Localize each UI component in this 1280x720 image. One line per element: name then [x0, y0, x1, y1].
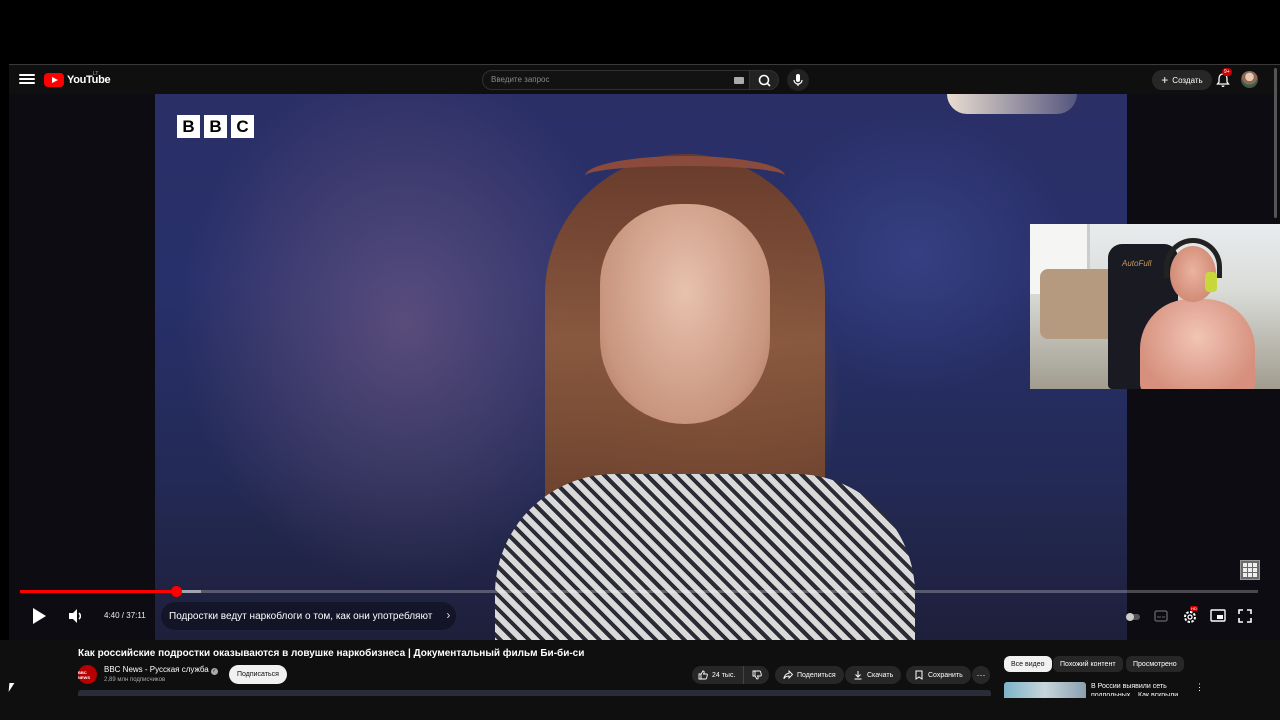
download-button[interactable]: Скачать [845, 666, 902, 684]
chevron-right-icon: › [446, 608, 451, 622]
page-scrollbar[interactable] [1273, 68, 1278, 698]
miniplayer-button[interactable] [1210, 609, 1226, 622]
save-button[interactable]: Сохранить [906, 666, 971, 684]
share-label: Поделиться [797, 671, 836, 679]
plus-icon: + [1161, 73, 1169, 87]
search-icon [758, 74, 771, 87]
webcam-overlay: AutoFull [1030, 224, 1280, 389]
save-label: Сохранить [928, 671, 963, 679]
headset-earcup [1205, 272, 1217, 292]
subscriber-count: 2,89 млн подписчиков [104, 677, 166, 683]
channel-name[interactable]: BBC News - Русская служба ✓ [104, 665, 218, 675]
search-input[interactable] [491, 75, 721, 84]
description-box[interactable] [78, 690, 991, 696]
fullscreen-button[interactable] [1238, 609, 1252, 623]
video-title: Как российские подростки оказываются в л… [78, 648, 585, 659]
thumbs-up-icon [698, 670, 708, 680]
create-label: Создать [1172, 75, 1203, 85]
channel-watermark[interactable] [1240, 560, 1260, 580]
volume-icon [69, 609, 82, 623]
dislike-button[interactable] [745, 666, 769, 684]
ceiling-light [947, 94, 1077, 114]
youtube-logo[interactable]: YouTube [44, 72, 111, 88]
download-icon [854, 671, 862, 680]
time-display: 4:40 / 37:11 [104, 611, 146, 620]
subtitles-button[interactable] [1154, 609, 1168, 622]
progress-bar[interactable] [20, 586, 1258, 597]
share-icon [783, 670, 793, 680]
like-count: 24 тыс. [712, 671, 736, 679]
channel-avatar[interactable]: BBC NEWS [78, 665, 97, 684]
create-button[interactable]: + Создать [1152, 70, 1212, 90]
bbc-logo-letter: B [177, 115, 200, 138]
volume-button[interactable] [67, 608, 85, 624]
chair-brand-text: AutoFull [1122, 259, 1152, 268]
play-button[interactable] [31, 607, 47, 625]
play-icon [33, 608, 46, 624]
chip-related[interactable]: Похожий контент [1053, 656, 1123, 672]
thumbs-down-icon [752, 670, 762, 680]
notifications-badge: 9+ [1222, 68, 1232, 76]
mouse-cursor-icon [8, 683, 15, 692]
share-button[interactable]: Поделиться [775, 666, 844, 684]
chip-all-videos[interactable]: Все видео [1004, 656, 1052, 672]
subtitles-icon [1154, 610, 1168, 622]
scrollbar-thumb[interactable] [1274, 68, 1277, 218]
toggle-icon [1126, 613, 1140, 621]
account-avatar[interactable] [1241, 71, 1258, 88]
miniplayer-icon [1210, 609, 1226, 622]
like-dislike-group: 24 тыс. [692, 666, 769, 684]
download-label: Скачать [867, 671, 894, 679]
more-horizontal-icon: ··· [976, 670, 986, 680]
person-face [600, 204, 770, 424]
logo-text: YouTube [67, 74, 111, 86]
progress-played [20, 590, 176, 593]
below-player: Как российские подростки оказываются в л… [0, 640, 1280, 720]
person-sunglasses [585, 156, 785, 196]
more-actions-button[interactable]: ··· [972, 666, 990, 684]
video-player[interactable]: B B C AutoFull 4:40 / 37:11 Подростки ве… [9, 94, 1280, 640]
autoplay-toggle[interactable] [1125, 610, 1141, 622]
chapter-title: Подростки ведут наркоблоги о том, как он… [169, 610, 433, 622]
search-button[interactable] [749, 70, 779, 90]
bbc-logo-letter: C [231, 115, 254, 138]
bbc-logo: B B C [177, 115, 254, 138]
progress-scrubber[interactable] [170, 586, 182, 597]
recommendation-title[interactable]: В России выявили сеть подпольных... Как … [1091, 682, 1183, 696]
masthead: YouTube LT + Создать 9+ [9, 64, 1280, 94]
recommendation-thumbnail[interactable] [1004, 682, 1086, 698]
person-top [495, 474, 915, 640]
fullscreen-icon [1238, 609, 1252, 623]
region-code: LT [93, 71, 99, 77]
chapter-button[interactable]: Подростки ведут наркоблоги о том, как он… [161, 602, 457, 630]
recommendation-menu-icon[interactable]: ⋮ [1195, 682, 1204, 693]
hd-badge: HD [1190, 606, 1198, 611]
search-box [482, 70, 764, 90]
youtube-play-icon [44, 73, 64, 87]
verified-icon: ✓ [210, 668, 218, 675]
voice-search-button[interactable] [787, 69, 809, 91]
video-frame[interactable]: B B C [155, 94, 1127, 640]
bbc-logo-letter: B [204, 115, 227, 138]
keyboard-icon[interactable] [734, 77, 744, 84]
top-letterbox [0, 0, 1280, 64]
menu-icon[interactable] [19, 72, 35, 86]
like-button[interactable]: 24 тыс. [692, 666, 744, 684]
streamer-body [1140, 299, 1255, 389]
channel-name-text: BBC News - Русская служба [104, 665, 209, 674]
chip-watched[interactable]: Просмотрено [1126, 656, 1184, 672]
settings-button[interactable]: HD [1181, 606, 1199, 625]
bookmark-icon [915, 670, 923, 680]
subscribe-button[interactable]: Подписаться [229, 665, 287, 684]
microphone-icon [793, 74, 803, 86]
